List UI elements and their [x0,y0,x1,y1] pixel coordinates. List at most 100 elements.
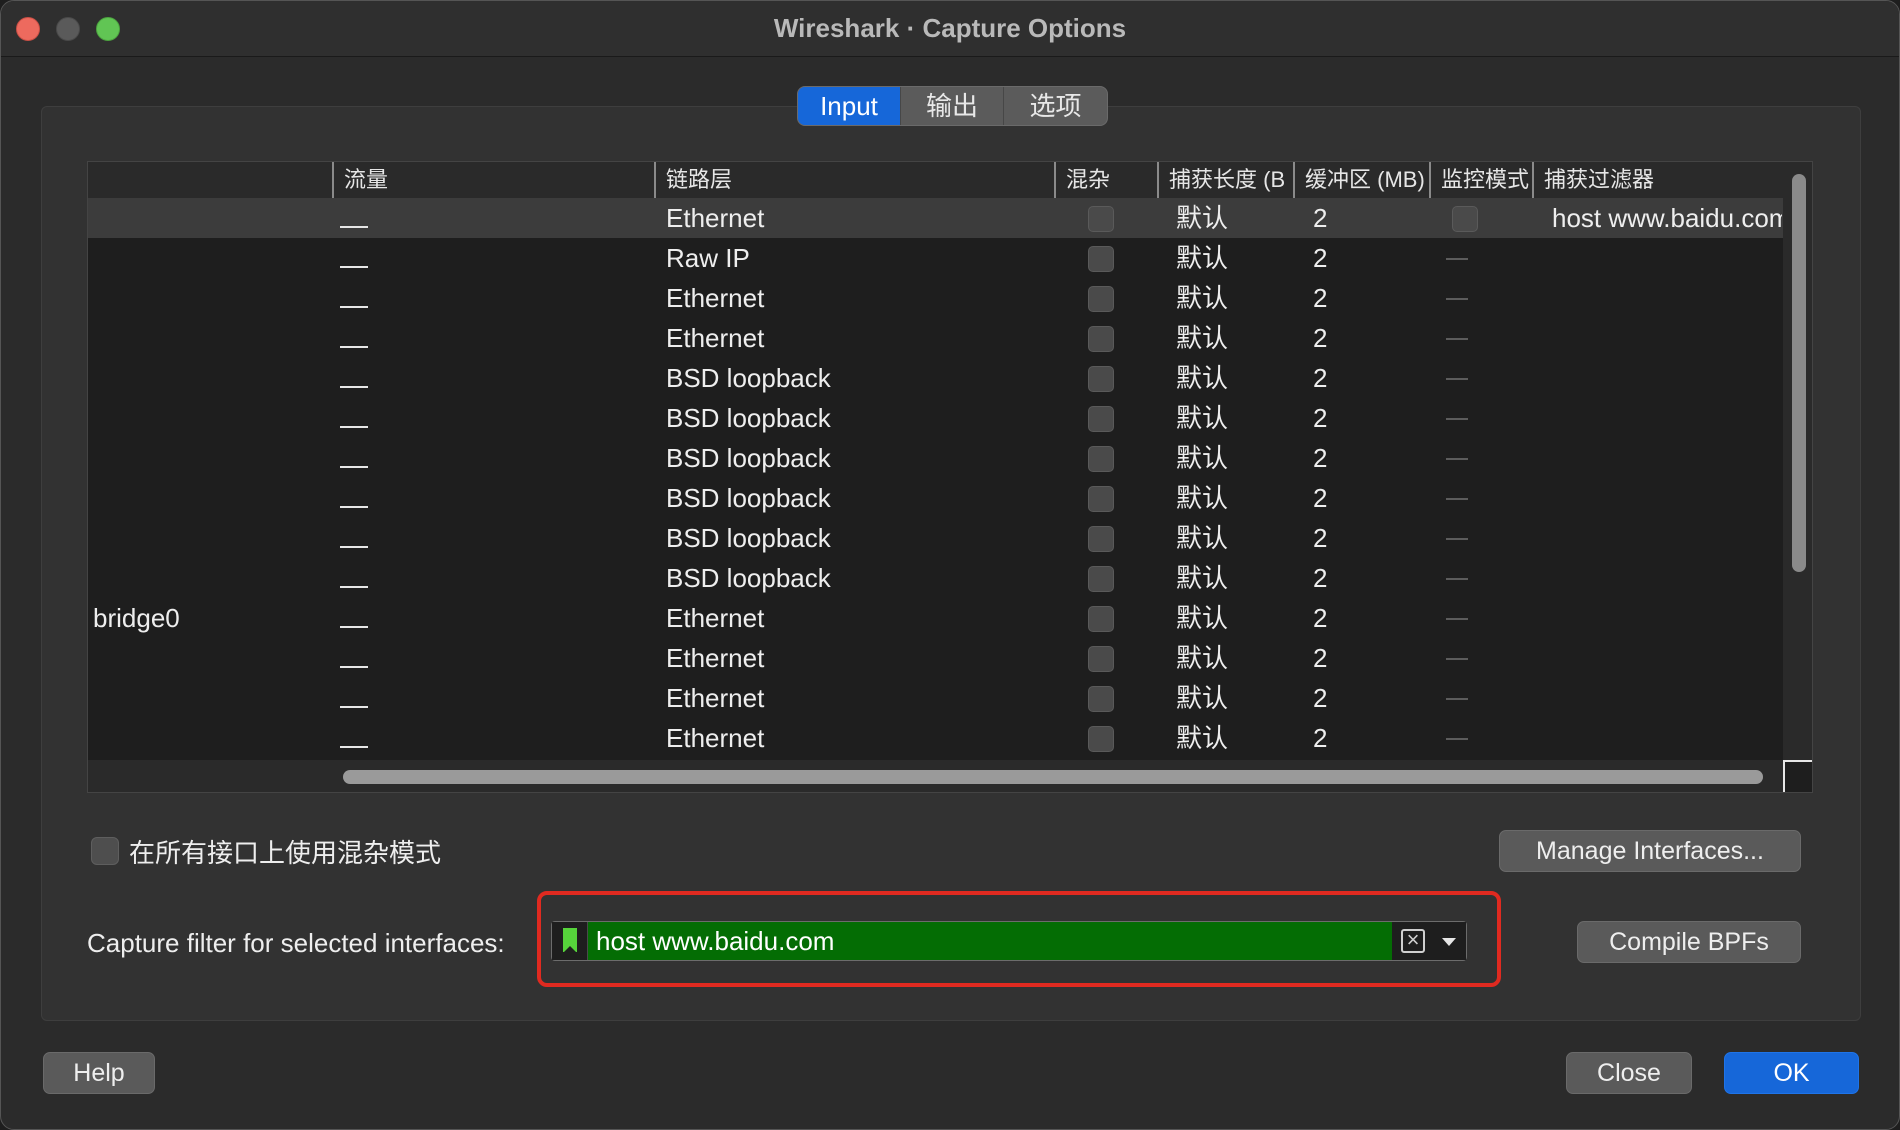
table-row[interactable]: BSD loopback 默认 2 [88,478,1783,518]
snaplen-cell[interactable]: 默认 [1176,398,1286,438]
capture-filter-cell[interactable] [1552,558,1782,598]
horizontal-scrollbar[interactable] [88,760,1783,792]
column-header-buffer[interactable]: 缓冲区 (MB) [1293,162,1429,198]
link-layer-cell[interactable]: BSD loopback [666,398,1046,438]
capture-filter-field[interactable]: host www.baidu.com × [551,921,1467,961]
buffer-cell[interactable]: 2 [1313,318,1413,358]
link-layer-cell[interactable]: BSD loopback [666,358,1046,398]
clear-filter-button[interactable]: × [1392,922,1432,960]
promiscuous-checkbox[interactable] [1088,686,1114,712]
buffer-cell[interactable]: 2 [1313,638,1413,678]
buffer-cell[interactable]: 2 [1313,238,1413,278]
link-layer-cell[interactable]: BSD loopback [666,438,1046,478]
capture-filter-cell[interactable] [1552,438,1782,478]
buffer-cell[interactable]: 2 [1313,518,1413,558]
capture-filter-cell[interactable] [1552,478,1782,518]
capture-filter-cell[interactable] [1552,638,1782,678]
promiscuous-checkbox[interactable] [1088,206,1114,232]
link-layer-cell[interactable]: Ethernet [666,638,1046,678]
snaplen-cell[interactable]: 默认 [1176,638,1286,678]
tab-output[interactable]: 输出 [901,87,1004,125]
table-row[interactable]: Raw IP 默认 2 [88,238,1783,278]
capture-filter-cell[interactable] [1552,318,1782,358]
tab-options[interactable]: 选项 [1004,87,1107,125]
buffer-cell[interactable]: 2 [1313,718,1413,758]
promiscuous-checkbox[interactable] [1088,326,1114,352]
capture-filter-cell[interactable] [1552,718,1782,758]
capture-filter-cell[interactable] [1552,518,1782,558]
promiscuous-checkbox[interactable] [1088,486,1114,512]
close-button[interactable]: Close [1566,1052,1692,1094]
promiscuous-checkbox[interactable] [1088,366,1114,392]
vertical-scroll-thumb[interactable] [1792,174,1806,572]
table-row[interactable]: BSD loopback 默认 2 [88,398,1783,438]
buffer-cell[interactable]: 2 [1313,438,1413,478]
snaplen-cell[interactable]: 默认 [1176,278,1286,318]
snaplen-cell[interactable]: 默认 [1176,678,1286,718]
ok-button[interactable]: OK [1724,1052,1859,1094]
buffer-cell[interactable]: 2 [1313,398,1413,438]
column-header-traffic[interactable]: 流量 [332,162,654,198]
promiscuous-checkbox[interactable] [1088,446,1114,472]
table-row[interactable]: Ethernet 默认 2 [88,678,1783,718]
promiscuous-checkbox[interactable] [1088,526,1114,552]
column-header-link-layer[interactable]: 链路层 [654,162,1054,198]
link-layer-cell[interactable]: BSD loopback [666,478,1046,518]
interfaces-table[interactable]: 流量 链路层 混杂 捕获长度 (B 缓冲区 (MB) 监控模式 捕获过滤器 Et… [87,161,1813,793]
compile-bpfs-button[interactable]: Compile BPFs [1577,921,1801,963]
column-header-promiscuous[interactable]: 混杂 [1054,162,1157,198]
promiscuous-checkbox[interactable] [1088,566,1114,592]
capture-filter-cell[interactable]: host www.baidu.com [1552,198,1782,238]
buffer-cell[interactable]: 2 [1313,358,1413,398]
promiscuous-checkbox[interactable] [1088,246,1114,272]
promiscuous-checkbox[interactable] [1088,726,1114,752]
snaplen-cell[interactable]: 默认 [1176,478,1286,518]
capture-filter-cell[interactable] [1552,398,1782,438]
capture-filter-cell[interactable] [1552,238,1782,278]
column-header-interface[interactable] [88,162,332,198]
horizontal-scroll-thumb[interactable] [343,770,1763,784]
table-row[interactable]: Ethernet 默认 2 [88,638,1783,678]
promiscuous-checkbox[interactable] [1088,286,1114,312]
table-row[interactable]: BSD loopback 默认 2 [88,358,1783,398]
snaplen-cell[interactable]: 默认 [1176,438,1286,478]
snaplen-cell[interactable]: 默认 [1176,598,1286,638]
help-button[interactable]: Help [43,1052,155,1094]
buffer-cell[interactable]: 2 [1313,558,1413,598]
manage-interfaces-button[interactable]: Manage Interfaces... [1499,830,1801,872]
capture-filter-cell[interactable] [1552,678,1782,718]
link-layer-cell[interactable]: Ethernet [666,278,1046,318]
snaplen-cell[interactable]: 默认 [1176,358,1286,398]
link-layer-cell[interactable]: Ethernet [666,318,1046,358]
capture-filter-input[interactable]: host www.baidu.com [596,922,834,960]
table-row[interactable]: BSD loopback 默认 2 [88,438,1783,478]
link-layer-cell[interactable]: Ethernet [666,678,1046,718]
capture-filter-cell[interactable] [1552,278,1782,318]
monitor-mode-checkbox[interactable] [1452,206,1478,232]
column-header-snaplen[interactable]: 捕获长度 (B [1157,162,1293,198]
filter-dropdown-button[interactable] [1432,922,1466,960]
table-row[interactable]: Ethernet 默认 2 [88,318,1783,358]
snaplen-cell[interactable]: 默认 [1176,718,1286,758]
snaplen-cell[interactable]: 默认 [1176,198,1286,238]
promiscuous-checkbox[interactable] [1088,646,1114,672]
capture-filter-cell[interactable] [1552,358,1782,398]
column-header-capture-filter[interactable]: 捕获过滤器 [1532,162,1783,198]
link-layer-cell[interactable]: Ethernet [666,718,1046,758]
snaplen-cell[interactable]: 默认 [1176,558,1286,598]
link-layer-cell[interactable]: BSD loopback [666,558,1046,598]
buffer-cell[interactable]: 2 [1313,598,1413,638]
table-row[interactable]: Ethernet 默认 2 [88,278,1783,318]
link-layer-cell[interactable]: Ethernet [666,198,1046,238]
buffer-cell[interactable]: 2 [1313,478,1413,518]
link-layer-cell[interactable]: Ethernet [666,598,1046,638]
capture-filter-cell[interactable] [1552,598,1782,638]
buffer-cell[interactable]: 2 [1313,198,1413,238]
filter-bookmark-button[interactable] [552,922,588,960]
snaplen-cell[interactable]: 默认 [1176,518,1286,558]
snaplen-cell[interactable]: 默认 [1176,238,1286,278]
buffer-cell[interactable]: 2 [1313,678,1413,718]
table-row[interactable]: Ethernet 默认 2 host www.baidu.com [88,198,1783,238]
snaplen-cell[interactable]: 默认 [1176,318,1286,358]
column-header-monitor-mode[interactable]: 监控模式 [1429,162,1532,198]
